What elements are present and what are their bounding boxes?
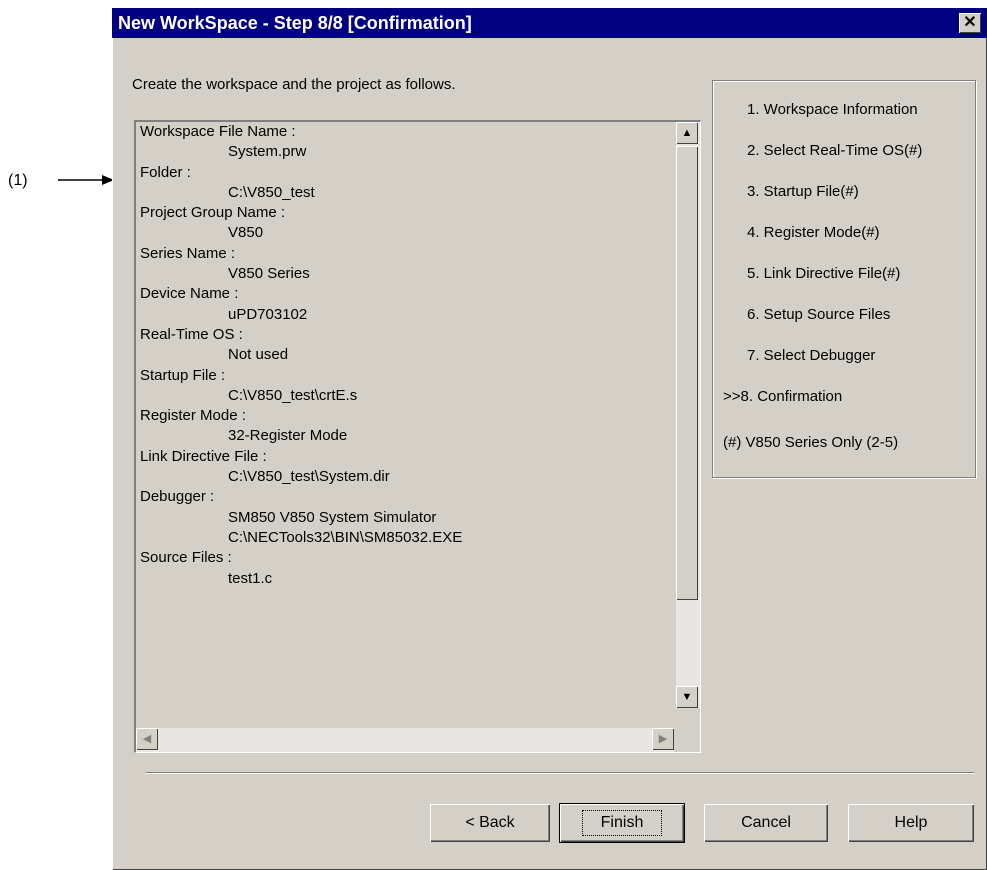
- summary-list: Workspace File Name : System.prw Folder : C…: [136, 122, 674, 708]
- summary-field-value: C:\V850_test\System.dir: [228, 468, 390, 486]
- intro-text: Create the workspace and the project as …: [132, 76, 456, 93]
- step-item: 4. Register Mode(#): [747, 224, 880, 241]
- dialog-title: New WorkSpace - Step 8/8 [Confirmation]: [118, 13, 472, 33]
- vertical-scroll-thumb[interactable]: [676, 146, 698, 600]
- summary-field-value: C:\V850_test\crtE.s: [228, 386, 358, 404]
- summary-field-label: Project Group Name :: [140, 204, 286, 222]
- step-item: 1. Workspace Information: [747, 101, 918, 118]
- summary-field-value: 32-Register Mode: [228, 427, 348, 445]
- scroll-up-arrow-icon[interactable]: ▲: [676, 122, 698, 144]
- close-icon: ✕: [963, 14, 977, 31]
- help-button-label: Help: [894, 814, 928, 831]
- summary-field-label: Register Mode :: [140, 407, 246, 425]
- summary-field-value: C:\NECTools32\BIN\SM85032.EXE: [228, 528, 463, 546]
- steps-panel: 1. Workspace Information 2. Select Real-T…: [712, 80, 976, 478]
- back-button-label: < Back: [465, 814, 515, 831]
- summary-field-value: Not used: [228, 346, 289, 364]
- summary-field-label: Startup File :: [140, 366, 226, 384]
- summary-field-value: C:\V850_test: [228, 183, 315, 201]
- summary-field-label: Workspace File Name :: [140, 123, 296, 140]
- cancel-button-label: Cancel: [741, 814, 791, 831]
- horizontal-scrollbar[interactable]: ◀ ▶: [136, 728, 674, 752]
- summary-field-label: Debugger :: [140, 488, 215, 506]
- summary-field-label: Series Name :: [140, 244, 236, 262]
- summary-field-label: Link Directive File :: [140, 447, 267, 465]
- summary-field-label: Source Files :: [140, 549, 232, 567]
- back-button[interactable]: < Back: [430, 804, 550, 842]
- step-item: 7. Select Debugger: [747, 347, 876, 364]
- vertical-scrollbar[interactable]: ▲ ▼: [676, 122, 700, 708]
- summary-field-label: Real-Time OS :: [140, 325, 243, 343]
- separator: [146, 772, 974, 774]
- summary-field-value: System.prw: [228, 143, 307, 161]
- scrollbar-corner: [676, 728, 700, 752]
- step-item: >>8. Confirmation: [723, 388, 843, 405]
- steps-footnote: (#) V850 Series Only (2-5): [723, 434, 899, 451]
- step-item: 5. Link Directive File(#): [747, 265, 901, 282]
- summary-field-value: SM850 V850 System Simulator: [228, 508, 437, 526]
- title-bar[interactable]: New WorkSpace - Step 8/8 [Confirmation] …: [112, 8, 987, 38]
- summary-field-value: test1.c: [228, 569, 273, 587]
- step-item: 3. Startup File(#): [747, 183, 859, 200]
- new-workspace-dialog: New WorkSpace - Step 8/8 [Confirmation] …: [112, 8, 987, 870]
- finish-button[interactable]: Finish: [559, 803, 685, 843]
- scroll-right-arrow-icon[interactable]: ▶: [652, 728, 674, 750]
- close-button[interactable]: ✕: [959, 13, 981, 33]
- summary-field-value: uPD703102: [228, 305, 308, 323]
- step-item: 6. Setup Source Files: [747, 306, 891, 323]
- summary-field-label: Device Name :: [140, 285, 239, 303]
- cancel-button[interactable]: Cancel: [704, 804, 828, 842]
- scroll-left-arrow-icon[interactable]: ◀: [136, 728, 158, 750]
- step-item: 2. Select Real-Time OS(#): [747, 142, 923, 159]
- finish-button-label: Finish: [581, 810, 663, 836]
- summary-field-value: V850 Series: [228, 265, 310, 283]
- callout-label: (1): [8, 172, 28, 189]
- summary-field-label: Folder :: [140, 163, 191, 181]
- summary-field-value: V850: [228, 224, 264, 242]
- callout-arrow-icon: [58, 175, 114, 185]
- help-button[interactable]: Help: [848, 804, 974, 842]
- scroll-down-arrow-icon[interactable]: ▼: [676, 686, 698, 708]
- summary-listbox[interactable]: Workspace File Name : System.prw Folder : C…: [134, 120, 701, 753]
